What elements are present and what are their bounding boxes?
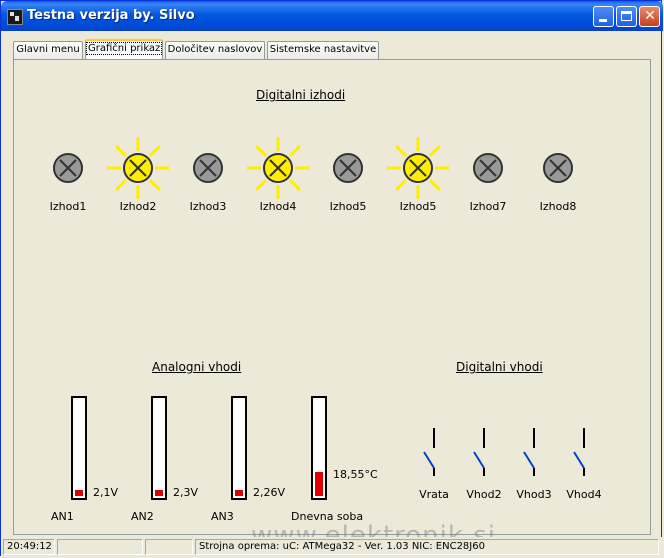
app-icon[interactable] (7, 9, 23, 25)
lamp-off-icon (36, 136, 100, 200)
tab-label: Glavni menu (16, 44, 80, 55)
lamp-off-icon (176, 136, 240, 200)
switch-label: Vhod2 (466, 488, 502, 501)
close-button[interactable]: ✕ (639, 6, 660, 27)
lamp-on-icon (246, 136, 310, 200)
analog-bar (311, 396, 327, 500)
switch-icon (570, 426, 598, 481)
maximize-icon (621, 11, 632, 21)
lamp-label: Izhod1 (49, 200, 87, 213)
lamp-on-icon (386, 136, 450, 200)
status-empty-2 (145, 539, 193, 555)
analog-value: 2,1V (93, 486, 119, 499)
lamp-label: Izhod5 (329, 200, 367, 213)
title-bar[interactable]: Testna verzija by. Silvo ✕ (1, 1, 663, 31)
graphic-panel: Digitalni izhodi Izhod1 Izhod2 Izhod3 Izhod… (13, 59, 651, 535)
analog-bar-fill (155, 490, 163, 496)
switch-label: Vrata (419, 488, 449, 501)
digital-inputs-heading: Digitalni vhodi (456, 360, 543, 374)
status-hardware: Strojna oprema: uC: ATMega32 - Ver. 1.03… (195, 539, 659, 555)
lamp-label: Izhod8 (539, 200, 577, 213)
switch-label: Vhod3 (516, 488, 552, 501)
tab-dolocitev-naslovov[interactable]: Določitev naslovov (165, 41, 265, 59)
tab-glavni-menu[interactable]: Glavni menu (13, 41, 83, 59)
lamp-off-icon (316, 136, 380, 200)
status-time: 20:49:12 (3, 539, 55, 555)
lamp-label: Izhod7 (469, 200, 507, 213)
analog-label: AN1 (51, 510, 74, 523)
maximize-button[interactable] (616, 6, 637, 27)
lamp-label: Izhod5 (399, 200, 437, 213)
analog-label: AN2 (131, 510, 154, 523)
lamp-off-icon (456, 136, 520, 200)
close-icon: ✕ (644, 8, 656, 24)
analog-bar-fill (75, 490, 83, 496)
window-title: Testna verzija by. Silvo (27, 8, 195, 23)
analog-bar (151, 396, 167, 500)
switch-label: Vhod4 (566, 488, 602, 501)
minimize-button[interactable] (593, 6, 614, 27)
tab-label: Sistemske nastavitve (269, 44, 377, 55)
lamp-on-icon (106, 136, 170, 200)
lamp-label: Izhod4 (259, 200, 297, 213)
tab-label: Grafični prikaz (86, 42, 163, 55)
analog-value: 2,26V (253, 486, 286, 499)
tab-sistemske-nastavitve[interactable]: Sistemske nastavitve (267, 41, 379, 59)
tab-graficni-prikaz[interactable]: Grafični prikaz (85, 39, 163, 60)
analog-bar (71, 396, 87, 500)
analog-value: 18,55°C (333, 468, 378, 481)
lamp-label: Izhod2 (119, 200, 157, 213)
status-empty (57, 539, 143, 555)
switch-icon (420, 426, 448, 481)
lamp-off-icon (526, 136, 590, 200)
status-bar: 20:49:12 Strojna oprema: uC: ATMega32 - … (1, 537, 663, 557)
app-window: Testna verzija by. Silvo ✕ Glavni menu G… (0, 0, 663, 557)
tab-label: Določitev naslovov (167, 44, 263, 55)
analog-label: AN3 (211, 510, 234, 523)
analog-bar-fill (235, 490, 243, 496)
analog-value: 2,3V (173, 486, 199, 499)
switch-icon (520, 426, 548, 481)
analog-bar-fill (315, 472, 323, 496)
lamp-label: Izhod3 (189, 200, 227, 213)
switch-icon (470, 426, 498, 481)
digital-outputs-heading: Digitalni izhodi (256, 88, 346, 102)
minimize-icon (599, 19, 607, 22)
analog-bar (231, 396, 247, 500)
analog-inputs-heading: Analogni vhodi (152, 360, 242, 374)
